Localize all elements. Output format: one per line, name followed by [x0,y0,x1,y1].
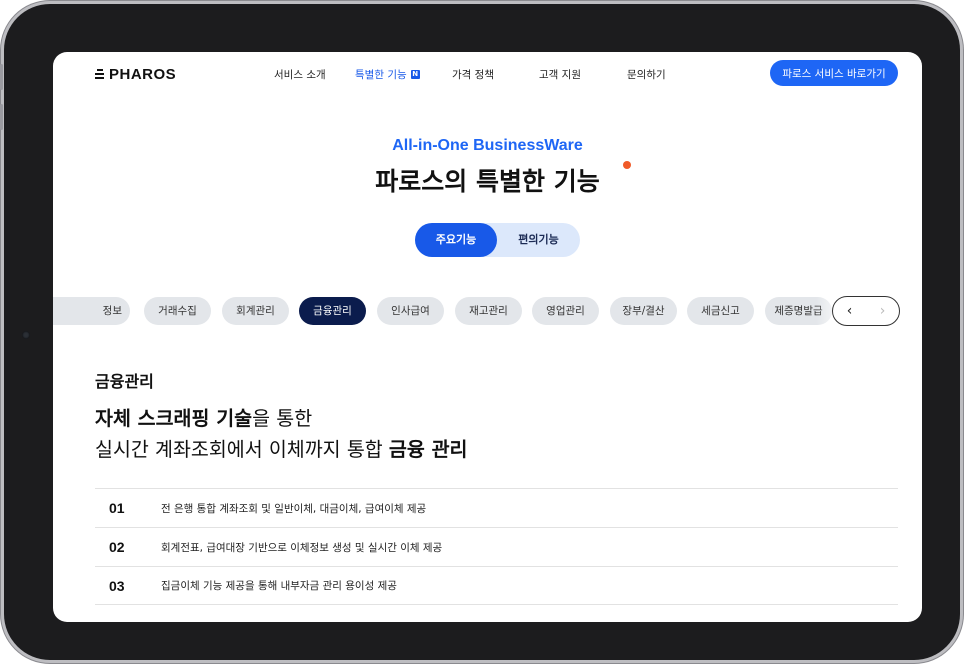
list-item: 02 회계전표, 급여대장 기반으로 이체정보 생성 및 실시간 이체 제공 [95,527,898,566]
category-chip-active[interactable]: 금융관리 [299,297,366,325]
headline-bold: 자체 스크래핑 기술 [95,407,253,430]
list-item: 03 집금이체 기능 제공을 통해 내부자금 관리 용이성 제공 [95,566,898,605]
nav-label: 고객 지원 [539,69,581,81]
category-chips: 정보 거래수집 회계관리 금융관리 인사급여 재고관리 영업관리 장부/결산 세… [53,297,922,325]
list-item: 01 전 은행 통합 계좌조회 및 일반이체, 대금이체, 급여이체 제공 [95,488,898,527]
tab-convenience-features[interactable]: 편의기능 [497,223,580,257]
go-to-service-button[interactable]: 파로스 서비스 바로가기 [770,60,898,86]
feature-list: 01 전 은행 통합 계좌조회 및 일반이체, 대금이체, 급여이체 제공 02… [95,488,898,605]
nav-item-features[interactable]: 특별한 기능 N [355,67,420,82]
category-chip[interactable]: 정보 [53,297,130,325]
headline-text: 을 통한 [252,407,313,430]
section-title: 금융관리 [95,372,154,391]
feature-number: 01 [109,500,125,516]
nav-label: 서비스 소개 [274,69,326,81]
nav-item-contact[interactable]: 문의하기 [627,67,666,82]
camera [22,331,30,339]
chevron-left-icon[interactable]: ‹ [847,303,853,319]
nav-item-pricing[interactable]: 가격 정책 [452,67,494,82]
feature-text: 전 은행 통합 계좌조회 및 일반이체, 대금이체, 급여이체 제공 [161,502,427,515]
nav-item-support[interactable]: 고객 지원 [539,67,581,82]
feature-number: 03 [109,577,125,594]
nav-label: 가격 정책 [452,69,494,81]
hero-title: 파로스의 특별한 기능 [375,167,600,196]
category-chip[interactable]: 인사급여 [377,297,444,325]
section-headline: 자체 스크래핑 기술을 통한 실시간 계좌조회에서 이체까지 통합 금융 관리 [95,403,467,465]
feature-text: 회계전표, 급여대장 기반으로 이체정보 생성 및 실시간 이체 제공 [161,541,443,554]
feature-text: 집금이체 기능 제공을 통해 내부자금 관리 용이성 제공 [161,580,397,592]
nav-item-service[interactable]: 서비스 소개 [274,67,326,82]
feature-number: 02 [109,539,125,555]
screen: PHAROS 서비스 소개 특별한 기능 N 가격 정책 고객 지원 문의하기 … [53,52,922,622]
accent-dot [623,161,631,169]
category-chip[interactable]: 재고관리 [455,297,522,325]
headline-text: 실시간 계좌조회에서 이체까지 통합 [95,438,389,461]
category-chip[interactable]: 세금신고 [687,297,754,325]
side-button [0,64,3,90]
chevron-right-icon[interactable]: › [880,303,886,319]
new-badge-icon: N [410,70,420,79]
nav-label: 특별한 기능 [355,69,407,81]
category-chip[interactable]: 거래수집 [144,297,211,325]
tablet-frame: PHAROS 서비스 소개 특별한 기능 N 가격 정책 고객 지원 문의하기 … [0,4,960,660]
category-chip[interactable]: 장부/결산 [610,297,677,325]
carousel-controls: ‹ › [832,296,900,326]
nav-label: 문의하기 [627,69,666,81]
tab-main-features[interactable]: 주요기능 [415,223,497,257]
hero-subtitle: All-in-One BusinessWare [392,137,583,154]
feature-type-toggle: 주요기능 편의기능 [415,223,580,257]
side-button [0,104,3,130]
category-chip[interactable]: 회계관리 [222,297,289,325]
category-chip[interactable]: 영업관리 [532,297,599,325]
headline-bold: 금융 관리 [388,438,468,461]
